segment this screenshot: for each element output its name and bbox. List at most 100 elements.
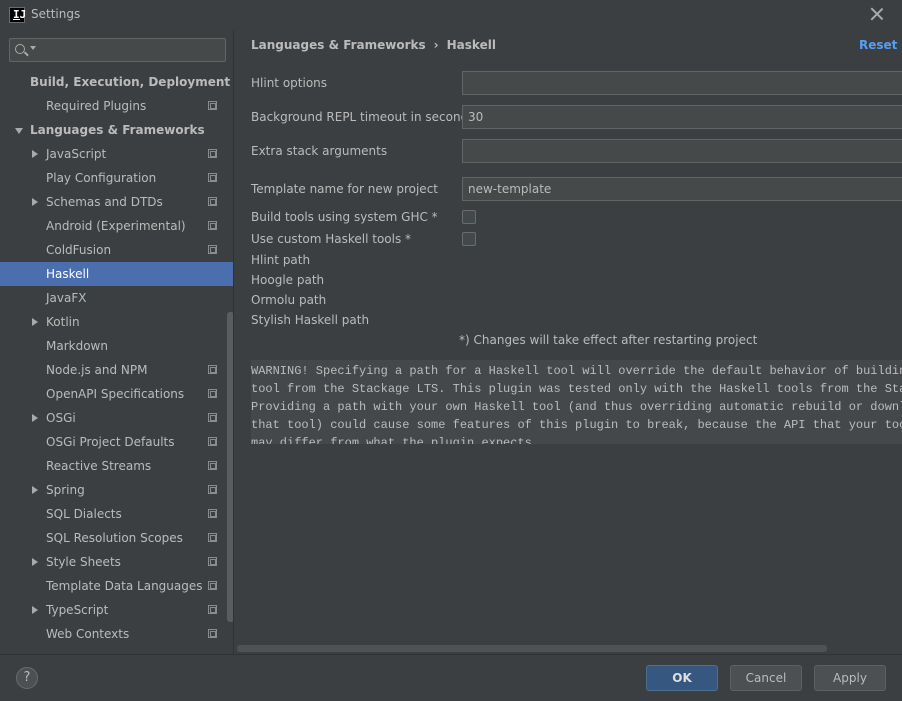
expanded-arrow-icon[interactable] xyxy=(15,128,23,134)
ormolu-path-label: Ormolu path xyxy=(251,293,327,307)
sidebar-item-label: Style Sheets xyxy=(46,555,121,569)
sidebar-item-label: Haskell xyxy=(46,267,90,281)
close-icon[interactable] xyxy=(868,5,886,23)
project-scope-icon xyxy=(208,509,217,518)
sidebar-item[interactable]: Android (Experimental) xyxy=(0,214,233,238)
project-scope-icon xyxy=(208,581,217,590)
sidebar-item[interactable]: Schemas and DTDs xyxy=(0,190,233,214)
hlint-path-label: Hlint path xyxy=(251,253,311,267)
sidebar-item-label: SQL Dialects xyxy=(46,507,122,521)
stylish-haskell-path-label: Stylish Haskell path xyxy=(251,313,370,327)
hoogle-path-label: Hoogle path xyxy=(251,273,325,287)
hlint-options-label: Hlint options xyxy=(251,76,328,90)
collapsed-arrow-icon[interactable] xyxy=(32,606,38,614)
reset-link[interactable]: Reset xyxy=(859,38,897,52)
project-scope-icon xyxy=(208,197,217,206)
collapsed-arrow-icon[interactable] xyxy=(32,150,38,158)
warning-line: WARNING! Specifying a path for a Haskell… xyxy=(251,364,902,378)
sidebar-item[interactable]: Markdown xyxy=(0,334,233,358)
breadcrumb-separator-icon: › xyxy=(433,38,439,52)
warning-line: tool from the Stackage LTS. This plugin … xyxy=(251,382,902,396)
cancel-button[interactable]: Cancel xyxy=(730,665,802,691)
search-options-caret-icon[interactable] xyxy=(30,46,36,50)
sidebar-item-label: JavaFX xyxy=(46,291,87,305)
project-scope-icon xyxy=(208,557,217,566)
sidebar-item[interactable]: OSGi Project Defaults xyxy=(0,430,233,454)
sidebar-item[interactable]: Languages & Frameworks xyxy=(0,118,233,142)
sidebar-scrollbar[interactable] xyxy=(227,312,233,622)
sidebar-item[interactable]: Spring xyxy=(0,478,233,502)
sidebar-item-label: Required Plugins xyxy=(46,99,147,113)
sidebar-item[interactable]: ColdFusion xyxy=(0,238,233,262)
sidebar-item[interactable]: Template Data Languages xyxy=(0,574,233,598)
sidebar-item[interactable]: OSGi xyxy=(0,406,233,430)
sidebar-item-label: Markdown xyxy=(46,339,108,353)
sidebar-item-label: OSGi xyxy=(46,411,76,425)
project-scope-icon xyxy=(208,629,217,638)
project-scope-icon xyxy=(208,605,217,614)
sidebar-item-label: Spring xyxy=(46,483,85,497)
extra-stack-arguments-input[interactable] xyxy=(462,139,902,163)
sidebar-item[interactable]: Reactive Streams xyxy=(0,454,233,478)
collapsed-arrow-icon[interactable] xyxy=(32,414,38,422)
sidebar-item[interactable]: JavaFX xyxy=(0,286,233,310)
project-scope-icon xyxy=(208,365,217,374)
sidebar-item[interactable]: Required Plugins xyxy=(0,94,233,118)
collapsed-arrow-icon[interactable] xyxy=(32,486,38,494)
sidebar-item-label: Android (Experimental) xyxy=(46,219,186,233)
project-scope-icon xyxy=(208,485,217,494)
sidebar-item[interactable]: SQL Dialects xyxy=(0,502,233,526)
sidebar-item[interactable]: OpenAPI Specifications xyxy=(0,382,233,406)
repl-timeout-input[interactable] xyxy=(462,105,902,129)
project-scope-icon xyxy=(208,245,217,254)
sidebar-item[interactable]: Node.js and NPM xyxy=(0,358,233,382)
template-name-label: Template name for new project xyxy=(251,182,438,196)
extra-stack-arguments-label: Extra stack arguments xyxy=(251,144,388,158)
collapsed-arrow-icon[interactable] xyxy=(32,198,38,206)
project-scope-icon xyxy=(208,461,217,470)
warning-line: that tool) could cause some features of … xyxy=(251,418,902,432)
sidebar-item-label: Play Configuration xyxy=(46,171,157,185)
project-scope-icon xyxy=(208,533,217,542)
build-tools-system-ghc-label: Build tools using system GHC * xyxy=(251,210,438,224)
project-scope-icon xyxy=(208,149,217,158)
project-scope-icon xyxy=(208,101,217,110)
sidebar-item[interactable]: JavaScript xyxy=(0,142,233,166)
sidebar-item-label: Kotlin xyxy=(46,315,80,329)
collapsed-arrow-icon[interactable] xyxy=(32,558,38,566)
dialog-footer: ? OK Cancel Apply xyxy=(0,654,902,701)
ok-button[interactable]: OK xyxy=(646,665,718,691)
horizontal-scrollbar[interactable] xyxy=(237,645,827,652)
sidebar-item-label: SQL Resolution Scopes xyxy=(46,531,183,545)
sidebar-item-label: Node.js and NPM xyxy=(46,363,148,377)
sidebar-item-label: Template Data Languages xyxy=(46,579,203,593)
window-title: Settings xyxy=(31,7,81,21)
template-name-input[interactable] xyxy=(462,177,902,201)
sidebar-item[interactable]: Haskell xyxy=(0,262,233,286)
sidebar-item-label: OSGi Project Defaults xyxy=(46,435,175,449)
hlint-options-input[interactable] xyxy=(462,71,902,95)
restart-note: *) Changes will take effect after restar… xyxy=(459,333,758,347)
collapsed-arrow-icon[interactable] xyxy=(32,318,38,326)
sidebar-item[interactable]: Style Sheets xyxy=(0,550,233,574)
build-tools-system-ghc-checkbox[interactable] xyxy=(462,210,476,224)
sidebar-item[interactable]: SQL Resolution Scopes xyxy=(0,526,233,550)
settings-search-input[interactable] xyxy=(9,38,226,62)
sidebar-item-label: OpenAPI Specifications xyxy=(46,387,185,401)
sidebar-item[interactable]: Web Contexts xyxy=(0,622,233,646)
sidebar-item-label: Languages & Frameworks xyxy=(30,123,205,137)
breadcrumb-current: Haskell xyxy=(446,38,496,52)
sidebar-item[interactable]: Build, Execution, Deployment xyxy=(0,70,233,94)
sidebar-item-label: Build, Execution, Deployment xyxy=(30,75,231,89)
apply-button[interactable]: Apply xyxy=(814,665,886,691)
warning-text-area[interactable]: WARNING! Specifying a path for a Haskell… xyxy=(251,360,902,444)
breadcrumb-parent: Languages & Frameworks xyxy=(251,38,426,52)
warning-line: may differ from what the plugin expects. xyxy=(251,436,540,444)
sidebar-item[interactable]: Play Configuration xyxy=(0,166,233,190)
sidebar-item[interactable]: Kotlin xyxy=(0,310,233,334)
use-custom-haskell-tools-checkbox[interactable] xyxy=(462,232,476,246)
project-scope-icon xyxy=(208,221,217,230)
sidebar-item[interactable]: TypeScript xyxy=(0,598,233,622)
help-button[interactable]: ? xyxy=(16,667,38,689)
settings-content: Languages & Frameworks › Haskell Reset Hli… xyxy=(235,30,902,654)
